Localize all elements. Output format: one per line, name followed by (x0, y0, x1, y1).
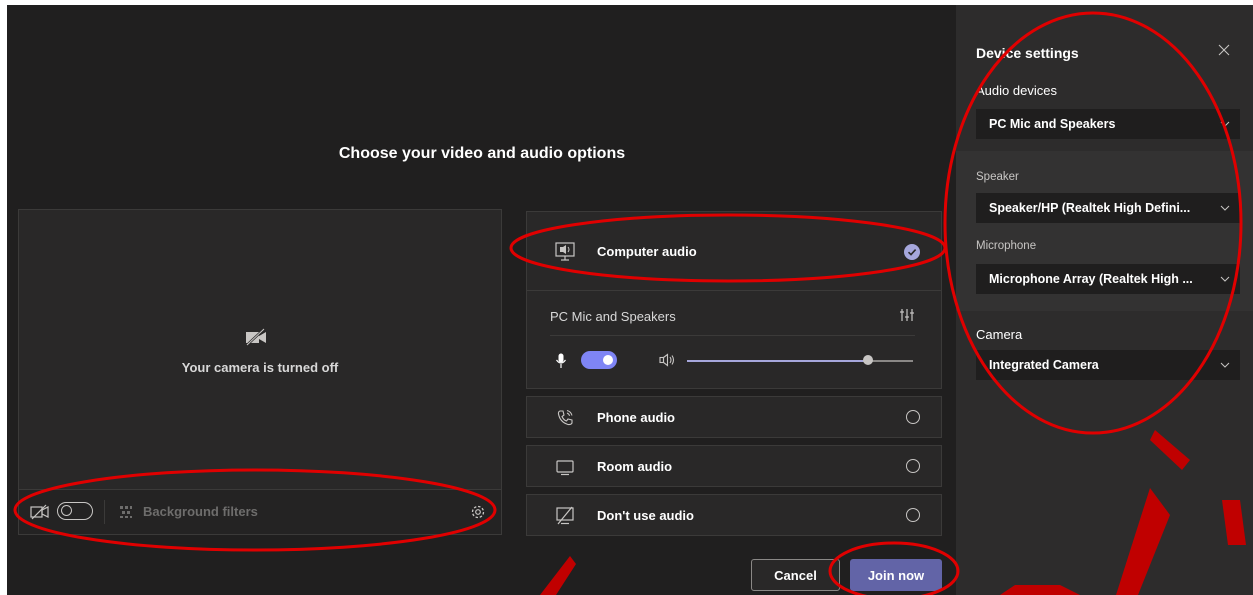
audio-settings-icon[interactable] (899, 307, 915, 323)
microphone-toggle[interactable] (581, 351, 617, 369)
audio-devices-dropdown[interactable]: PC Mic and Speakers (976, 109, 1240, 139)
microphone-dropdown[interactable]: Microphone Array (Realtek High ... (976, 264, 1240, 294)
camera-off-icon (246, 328, 266, 346)
phone-icon (557, 410, 573, 426)
room-audio-icon (556, 460, 574, 476)
chevron-down-icon (1220, 205, 1230, 211)
divider (104, 500, 105, 524)
chevron-down-icon (1220, 276, 1230, 282)
microphone-value: Microphone Array (Realtek High ... (989, 272, 1193, 286)
speaker-label: Speaker (976, 171, 1019, 183)
option-phone-audio[interactable]: Phone audio (526, 396, 942, 438)
computer-audio-label: Computer audio (597, 244, 697, 259)
chevron-down-icon (1220, 362, 1230, 368)
video-off-icon (30, 504, 49, 520)
camera-preview: Your camera is turned off Background fil… (18, 209, 502, 535)
page-title: Choose your video and audio options (338, 145, 626, 162)
phone-audio-label: Phone audio (597, 410, 675, 425)
phone-audio-radio[interactable] (906, 410, 920, 424)
microphone-icon (556, 353, 566, 368)
cancel-button[interactable]: Cancel (751, 559, 840, 591)
join-now-button[interactable]: Join now (850, 559, 942, 591)
device-settings-title: Device settings (976, 45, 1079, 61)
dont-use-audio-radio[interactable] (906, 508, 920, 522)
dont-use-audio-label: Don't use audio (597, 508, 694, 523)
selected-check-icon (904, 244, 920, 260)
chevron-down-icon (1220, 121, 1230, 127)
camera-value: Integrated Camera (989, 358, 1099, 372)
speaker-value: Speaker/HP (Realtek High Defini... (989, 201, 1191, 215)
volume-slider-thumb[interactable] (863, 355, 873, 365)
audio-devices-value: PC Mic and Speakers (989, 117, 1116, 131)
audio-devices-label: Audio devices (976, 83, 1057, 98)
device-settings-panel: Device settings Audio devices PC Mic and… (956, 5, 1253, 595)
option-dont-use-audio[interactable]: Don't use audio (526, 494, 942, 536)
volume-slider-fill (687, 360, 868, 362)
close-icon[interactable] (1217, 43, 1231, 57)
microphone-label: Microphone (976, 240, 1037, 252)
pc-device-label: PC Mic and Speakers (550, 309, 676, 324)
room-audio-radio[interactable] (906, 459, 920, 473)
camera-controls-bar: Background filters (19, 489, 501, 534)
camera-label: Camera (976, 327, 1023, 342)
no-audio-icon (556, 506, 574, 525)
speaker-dropdown[interactable]: Speaker/HP (Realtek High Defini... (976, 193, 1240, 223)
computer-audio-icon (555, 242, 575, 261)
room-audio-label: Room audio (597, 459, 673, 474)
option-room-audio[interactable]: Room audio (526, 445, 942, 487)
pc-audio-settings: PC Mic and Speakers (526, 291, 942, 389)
background-filters-button[interactable]: Background filters (143, 504, 258, 519)
background-filters-icon (120, 506, 132, 518)
camera-off-text: Your camera is turned off (181, 360, 339, 375)
divider (550, 335, 915, 336)
gear-icon[interactable] (469, 503, 487, 521)
camera-toggle[interactable] (57, 502, 93, 520)
teams-prejoin-screen: Choose your video and audio options Your… (7, 5, 1253, 595)
option-computer-audio[interactable]: Computer audio (526, 211, 942, 291)
camera-dropdown[interactable]: Integrated Camera (976, 350, 1240, 380)
speaker-icon (659, 353, 675, 367)
